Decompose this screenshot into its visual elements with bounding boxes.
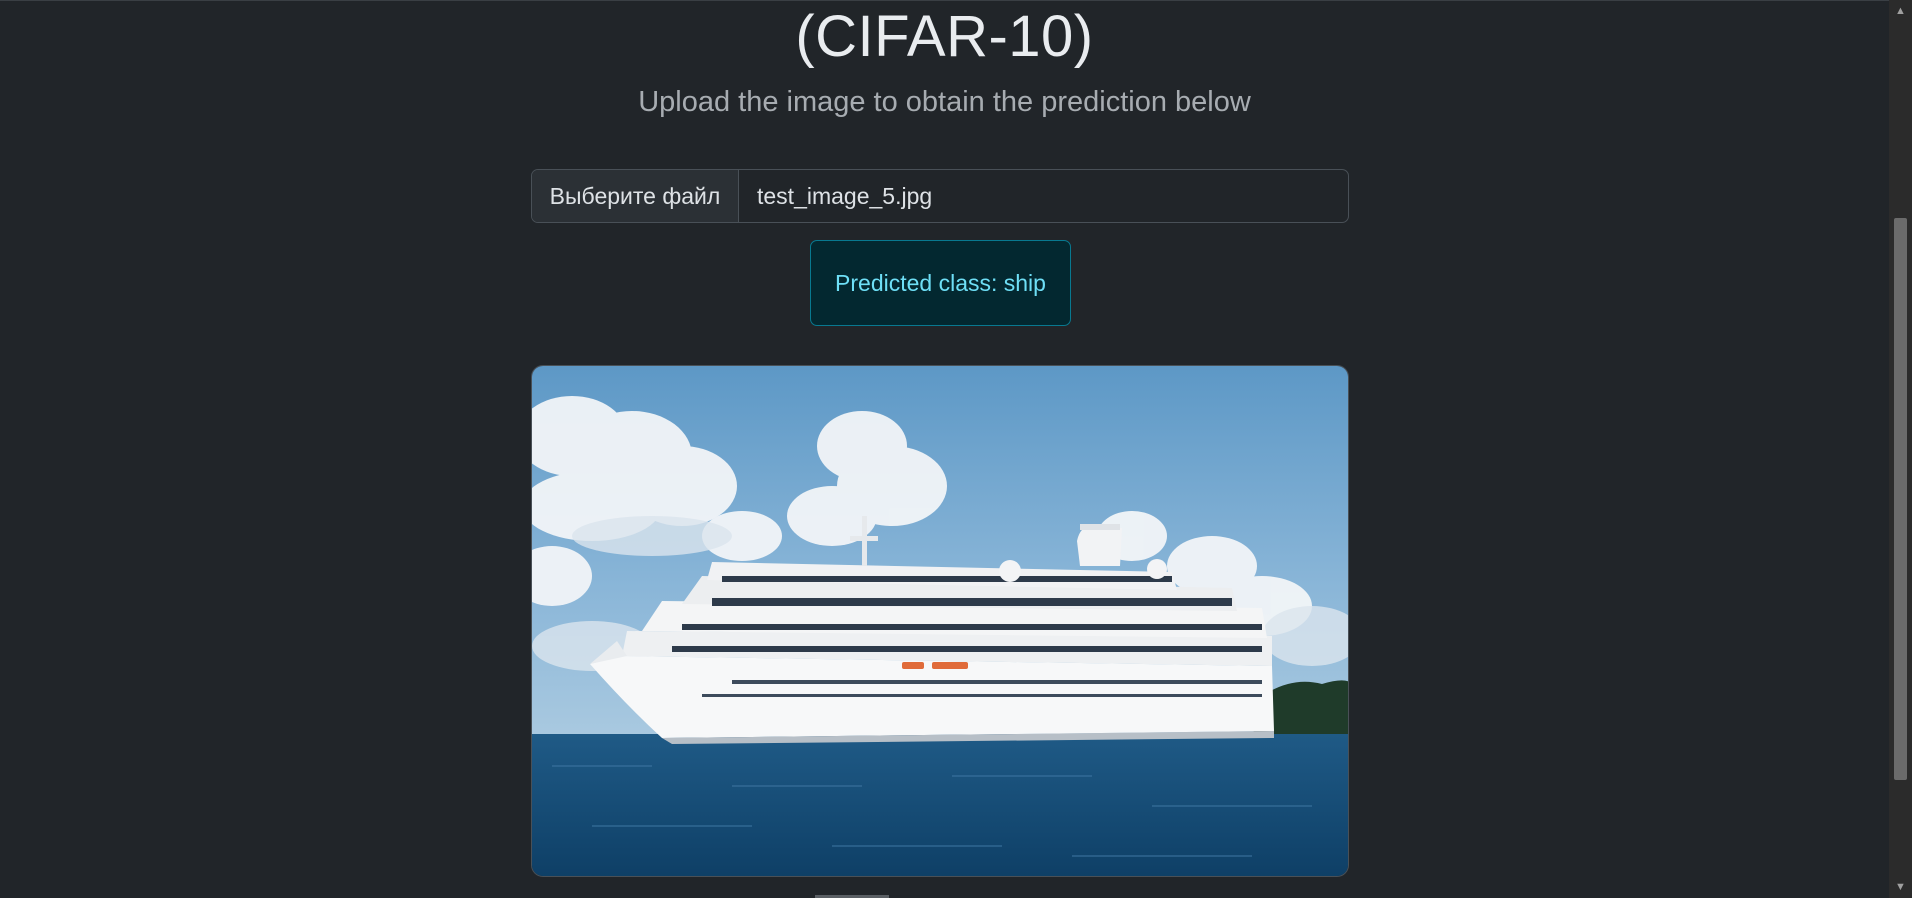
scrollbar-thumb[interactable] — [1894, 218, 1907, 780]
selected-file-name: test_image_5.jpg — [757, 182, 933, 209]
page: (CIFAR-10) Upload the image to obtain th… — [0, 0, 1912, 898]
prediction-text: Predicted class: ship — [835, 269, 1046, 296]
triangle-up-icon[interactable]: ▲ — [1889, 2, 1912, 20]
page-title: (CIFAR-10) — [795, 4, 1094, 69]
file-upload-field[interactable]: Выберите файл test_image_5.jpg — [531, 169, 1349, 223]
prediction-alert: Predicted class: ship — [810, 240, 1071, 326]
vertical-scrollbar[interactable]: ▲ ▼ — [1889, 0, 1912, 898]
triangle-down-icon[interactable]: ▼ — [1889, 878, 1912, 896]
ship-image — [532, 366, 1348, 876]
top-divider — [0, 0, 1889, 1]
choose-file-button[interactable]: Выберите файл — [532, 170, 739, 222]
uploaded-image — [531, 365, 1349, 877]
page-subtitle: Upload the image to obtain the predictio… — [638, 86, 1251, 118]
